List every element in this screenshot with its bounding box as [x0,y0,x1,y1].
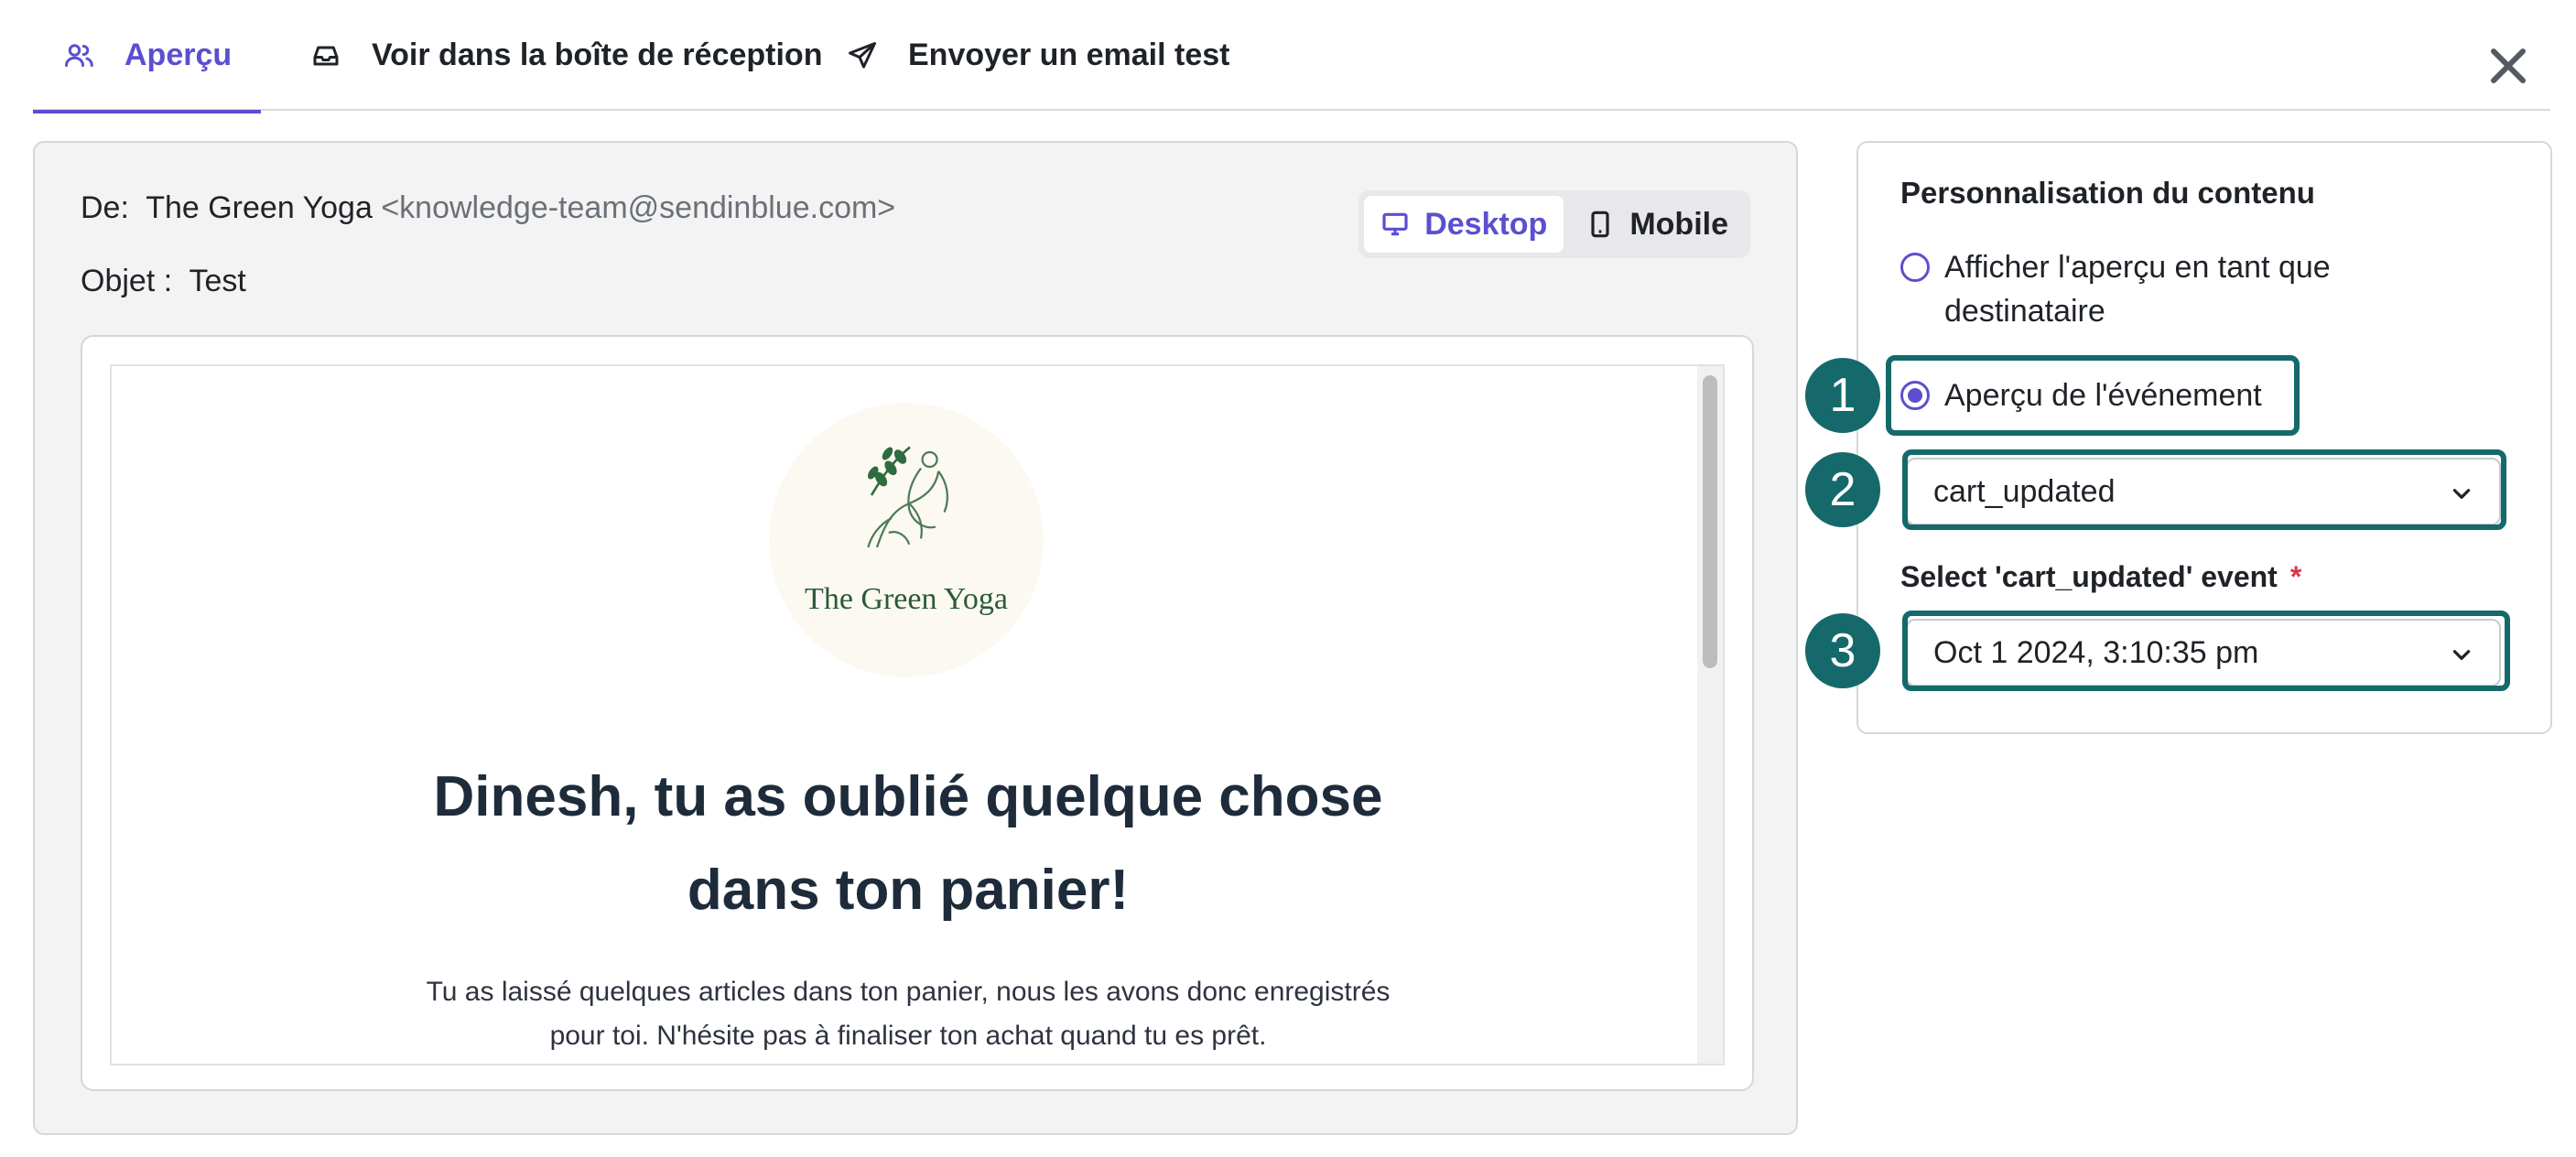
event-date-label: Select 'cart_updated' event * [1900,560,2301,594]
body-line: Tu as laissé quelques articles dans ton … [426,977,1391,1007]
radio-label: Afficher l'aperçu en tant que destinatai… [1944,245,2331,333]
from-address: <knowledge-team@sendinblue.com> [381,190,896,225]
subject-line: Objet : Test [81,264,246,299]
from-line: De: The Green Yoga <knowledge-team@sendi… [81,190,895,226]
tab-apercu[interactable]: Aperçu [33,0,262,114]
email-body-text: Tu as laissé quelques articles dans ton … [350,970,1467,1058]
desktop-button[interactable]: Desktop [1364,196,1564,253]
radio-recipient-preview[interactable]: Afficher l'aperçu en tant que destinatai… [1900,245,2331,333]
device-toggle: Desktop Mobile [1358,190,1750,258]
annotation-badge-2: 2 [1805,452,1880,527]
radio-label-line: Afficher l'aperçu en tant que [1944,250,2331,285]
annotation-highlight-3 [1902,611,2510,691]
inbox-icon [313,46,339,65]
radio-button[interactable] [1900,253,1930,282]
tab-label: Envoyer un email test [908,38,1230,72]
send-icon [849,41,876,68]
tab-label: Voir dans la boîte de réception [372,38,823,72]
personalisation-title: Personnalisation du contenu [1900,176,2315,210]
logo-text: The Green Yoga [805,582,1008,616]
annotation-badge-3: 3 [1805,613,1880,688]
subject-label: Objet : [81,264,173,298]
email-preview-panel: De: The Green Yoga <knowledge-team@sendi… [33,141,1798,1135]
annotation-highlight-2 [1902,449,2506,530]
from-name: The Green Yoga [146,190,373,225]
from-label: De: [81,190,129,225]
required-mark: * [2289,560,2302,593]
headline-line: Dinesh, tu as oublié quelque chose [433,765,1383,828]
event-date-label-text: Select 'cart_updated' event [1900,560,2278,593]
email-preview-card: The Green Yoga Dinesh, tu as oublié quel… [81,335,1754,1091]
body-line: pour toi. N'hésite pas à finaliser ton a… [549,1021,1267,1051]
monitor-icon [1382,212,1408,236]
tab-send-test[interactable]: Envoyer un email test [817,0,1259,111]
annotation-badge-1: 1 [1805,358,1880,433]
leaf-branch-icon [867,446,911,496]
subject-value: Test [189,264,246,298]
email-preview-frame: The Green Yoga Dinesh, tu as oublié quel… [110,364,1725,1065]
phone-icon [1591,211,1609,238]
close-icon[interactable] [2486,44,2530,88]
email-headline: Dinesh, tu as oublié quelque chose dans … [276,751,1540,937]
headline-line: dans ton panier! [687,859,1130,922]
desktop-label: Desktop [1424,206,1548,242]
users-icon [65,43,93,67]
tab-label: Aperçu [124,38,233,72]
mobile-button[interactable]: Mobile [1569,196,1745,253]
tab-inbox-preview[interactable]: Voir dans la boîte de réception [280,0,851,111]
scrollbar-thumb[interactable] [1703,375,1717,668]
radio-label-line: destinataire [1944,294,2105,329]
annotation-highlight-1 [1886,355,2300,436]
brand-logo: The Green Yoga [769,403,1044,677]
mobile-label: Mobile [1629,206,1728,242]
tab-bar: Aperçu Voir dans la boîte de réception E… [33,0,2550,114]
preview-scrollbar[interactable] [1697,366,1723,1064]
